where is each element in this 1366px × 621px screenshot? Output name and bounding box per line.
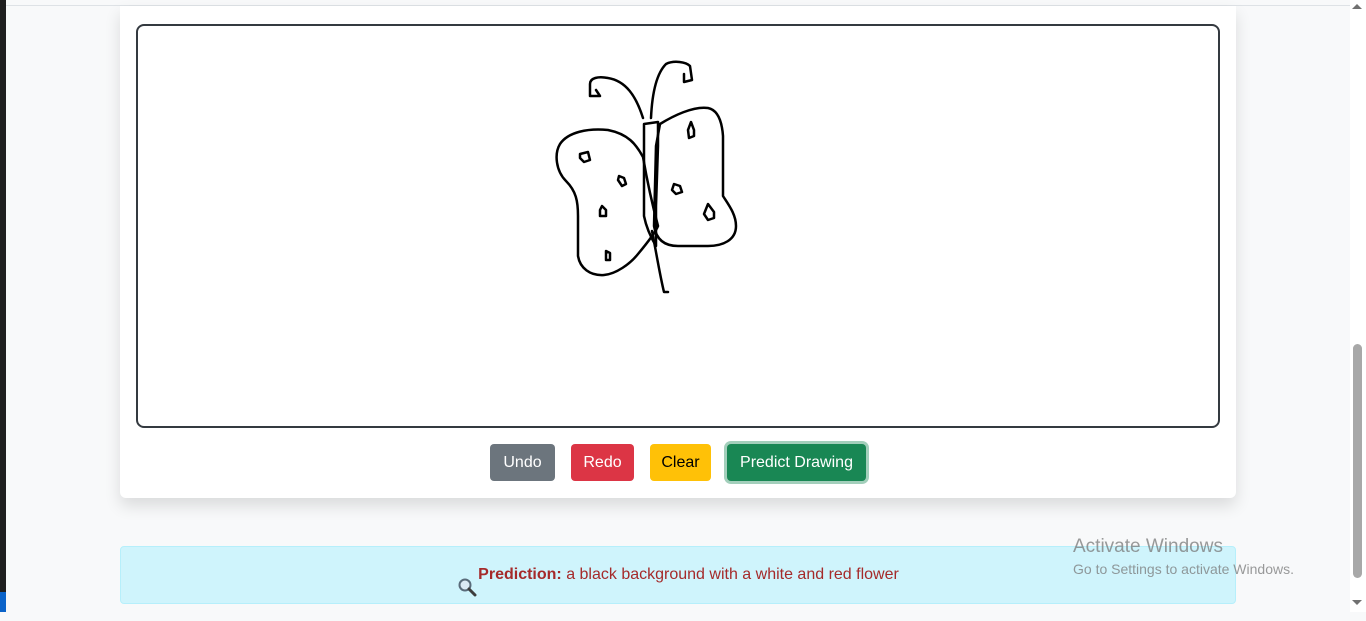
prediction-text: a black background with a white and red … [566, 566, 899, 583]
undo-button[interactable]: Undo [490, 444, 555, 481]
predict-drawing-button[interactable]: Predict Drawing [727, 444, 866, 481]
scrollbar-thumb[interactable] [1353, 344, 1362, 578]
scroll-up-arrow-icon[interactable] [1352, 4, 1362, 9]
taskbar-accent [0, 592, 6, 612]
prediction-label: Prediction: [478, 566, 562, 583]
scroll-down-arrow-icon[interactable] [1352, 600, 1362, 605]
magnifier-icon [457, 565, 477, 597]
left-window-edge [0, 0, 6, 612]
butterfly-sketch [555, 60, 738, 294]
prediction-alert: Prediction: a black background with a wh… [120, 546, 1236, 604]
clear-button[interactable]: Clear [650, 444, 711, 481]
drawing-canvas[interactable] [136, 24, 1220, 428]
redo-button[interactable]: Redo [571, 444, 634, 481]
